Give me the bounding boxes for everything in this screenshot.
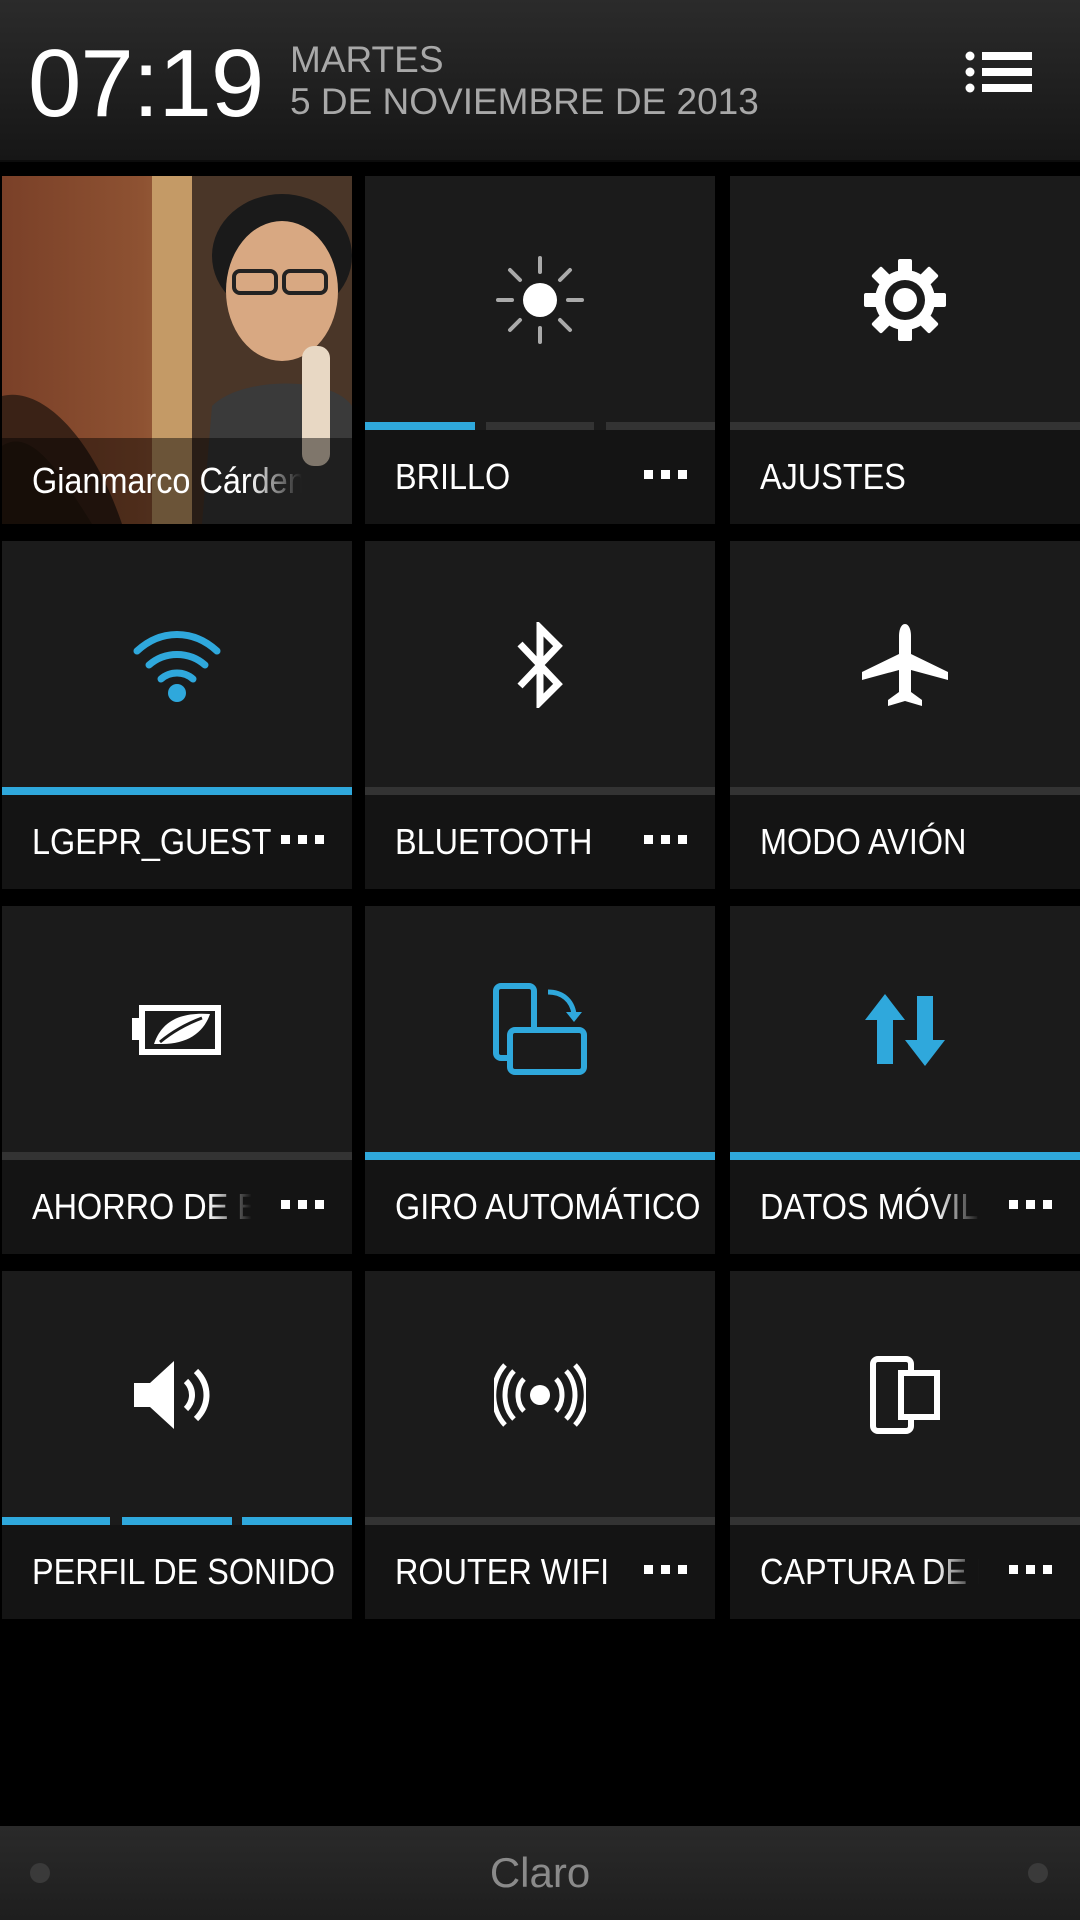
tile-label: MODO AVIÓN <box>760 821 967 862</box>
volume-level-2 <box>122 1517 232 1525</box>
tile-label: CAPTURA DE PANTALLA <box>760 1551 980 1592</box>
brightness-level-3 <box>606 422 715 430</box>
status-bar <box>730 1517 1080 1525</box>
list-menu-icon[interactable] <box>960 48 1036 112</box>
tile-label: DATOS MÓVILES <box>760 1186 980 1227</box>
drag-handle-right <box>1028 1863 1048 1883</box>
screenshot-tile[interactable]: CAPTURA DE PANTALLA <box>730 1271 1080 1619</box>
more-options-icon[interactable] <box>644 1565 687 1574</box>
more-options-icon[interactable] <box>644 835 687 844</box>
carrier-name: Claro <box>489 1849 591 1896</box>
tile-label: AJUSTES <box>760 456 906 497</box>
contact-name-bar: Gianmarco Cárdenas <box>2 438 352 524</box>
tile-label: LGEPR_GUEST <box>32 821 272 862</box>
settings-tile[interactable]: AJUSTES <box>730 176 1080 524</box>
power-saver-tile[interactable]: AHORRO DE ENERGÍA <box>2 906 352 1254</box>
tile-label: AHORRO DE ENERGÍA <box>32 1186 252 1227</box>
battery-leaf-icon <box>132 1005 221 1055</box>
speaker-icon <box>134 1361 210 1429</box>
full-date: 5 DE NOVIEMBRE DE 2013 <box>290 81 759 122</box>
more-options-icon[interactable] <box>644 470 687 479</box>
tile-label: BLUETOOTH <box>395 821 593 862</box>
status-bar <box>2 787 352 795</box>
status-header: 07:19 MARTES 5 DE NOVIEMBRE DE 2013 <box>0 0 1080 162</box>
sound-profile-tile[interactable]: PERFIL DE SONIDO <box>2 1271 352 1619</box>
hotspot-icon <box>494 1363 586 1427</box>
carrier-bar[interactable]: Claro <box>0 1826 1080 1920</box>
screenshot-icon <box>870 1356 940 1434</box>
bluetooth-tile[interactable]: BLUETOOTH <box>365 541 715 889</box>
more-options-icon[interactable] <box>1009 1200 1052 1209</box>
tile-label: GIRO AUTOMÁTICO <box>395 1186 701 1227</box>
mobile-data-tile[interactable]: DATOS MÓVILES <box>730 906 1080 1254</box>
mobile-data-icon <box>865 994 945 1066</box>
volume-level-1 <box>2 1517 110 1525</box>
contact-tile[interactable]: Gianmarco Cárdenas <box>2 176 352 524</box>
more-options-icon[interactable] <box>281 1200 324 1209</box>
auto-rotate-tile[interactable]: GIRO AUTOMÁTICO <box>365 906 715 1254</box>
contact-name: Gianmarco Cárdenas <box>32 460 302 501</box>
tile-label: ROUTER WIFI <box>395 1551 610 1592</box>
gear-icon <box>864 259 946 341</box>
clock: 07:19 <box>28 30 264 137</box>
status-bar <box>730 1152 1080 1160</box>
more-options-icon[interactable] <box>281 835 324 844</box>
brightness-tile[interactable]: BRILLO <box>365 176 715 524</box>
wifi-tile[interactable]: LGEPR_GUEST <box>2 541 352 889</box>
status-bar <box>365 1517 715 1525</box>
airplane-icon <box>862 624 948 706</box>
auto-rotate-icon <box>493 983 587 1075</box>
more-options-icon[interactable] <box>1009 1565 1052 1574</box>
brightness-level-1 <box>365 422 475 430</box>
tile-label: PERFIL DE SONIDO <box>32 1551 336 1592</box>
status-bar <box>2 1152 352 1160</box>
status-bar <box>730 422 1080 430</box>
status-bar <box>365 787 715 795</box>
brightness-icon <box>496 256 584 344</box>
tile-label: BRILLO <box>395 456 511 497</box>
airplane-mode-tile[interactable]: MODO AVIÓN <box>730 541 1080 889</box>
wifi-icon <box>133 631 221 702</box>
wifi-hotspot-tile[interactable]: ROUTER WIFI <box>365 1271 715 1619</box>
volume-level-3 <box>242 1517 352 1525</box>
status-bar <box>365 1152 715 1160</box>
brightness-level-2 <box>486 422 594 430</box>
status-bar <box>730 787 1080 795</box>
day-of-week: MARTES <box>290 39 444 80</box>
bluetooth-icon <box>517 622 563 708</box>
